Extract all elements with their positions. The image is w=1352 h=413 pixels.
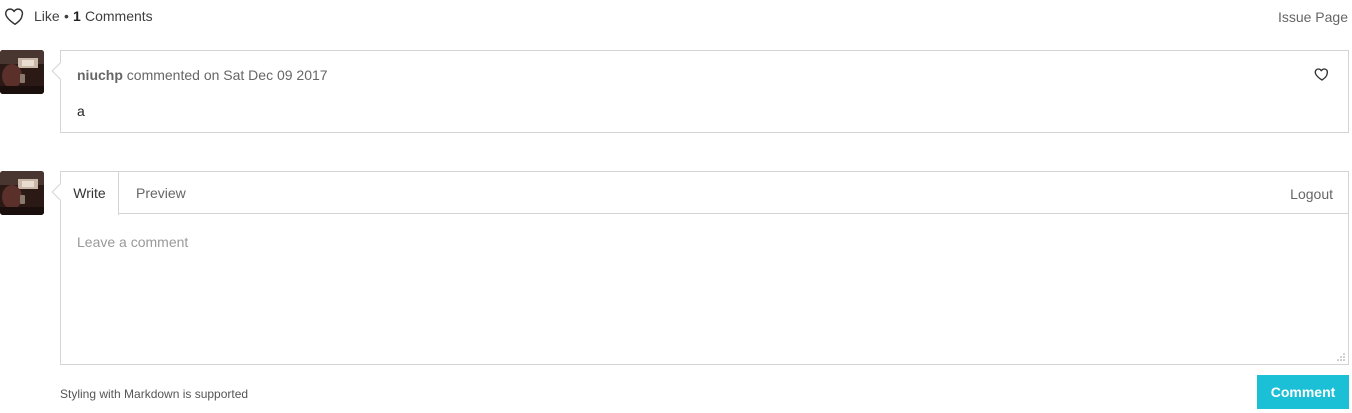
submit-comment-button[interactable]: Comment: [1257, 375, 1349, 409]
comment-body: a: [77, 103, 85, 119]
like-heart-icon[interactable]: [4, 5, 26, 27]
comment-like-heart-icon[interactable]: [1314, 66, 1330, 82]
comment-count: 1: [73, 8, 81, 24]
comment-date: Sat Dec 09 2017: [223, 67, 328, 83]
commenter-avatar[interactable]: [0, 50, 44, 94]
separator-dot: •: [64, 8, 69, 24]
comment-author-link[interactable]: niuchp: [77, 67, 123, 83]
resize-grip-icon[interactable]: [1337, 353, 1345, 361]
issue-page-link[interactable]: Issue Page: [1278, 9, 1348, 25]
like-label[interactable]: Like: [34, 8, 60, 24]
comment-editor: Write Preview Logout: [51, 171, 1349, 365]
comments-label: Comments: [85, 8, 153, 24]
comment-textarea[interactable]: [61, 215, 1348, 364]
markdown-support-note: Styling with Markdown is supported: [60, 387, 249, 401]
tab-write[interactable]: Write: [61, 172, 119, 215]
comments-header: Like • 1 Comments Issue Page: [0, 0, 1352, 32]
comment-action: commented on: [126, 67, 220, 83]
tab-preview[interactable]: Preview: [136, 172, 186, 214]
comment-pointer: [51, 62, 69, 80]
comment-meta: niuchp commented on Sat Dec 09 2017: [77, 67, 328, 83]
current-user-avatar[interactable]: [0, 171, 44, 215]
editor-tabbar: Write Preview Logout: [61, 172, 1348, 216]
comment-card: niuchp commented on Sat Dec 09 2017 a: [51, 50, 1349, 133]
logout-link[interactable]: Logout: [1290, 172, 1333, 216]
